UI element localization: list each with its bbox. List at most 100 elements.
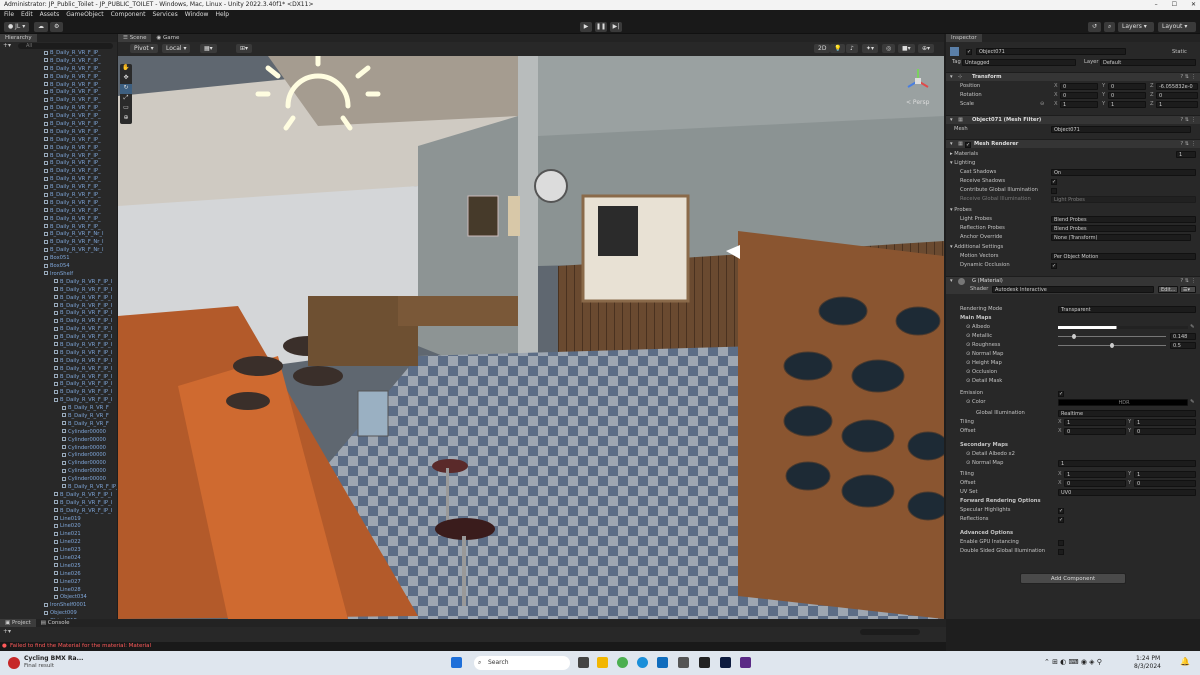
hierarchy-item[interactable]: B_Daily_R_VR_F_IP_I bbox=[0, 358, 117, 366]
hierarchy-item[interactable]: B_Daily_R_VR_F_IP_I bbox=[0, 342, 117, 350]
menu-component[interactable]: Component bbox=[111, 10, 146, 20]
hierarchy-item[interactable]: Cylinder00000 bbox=[0, 460, 117, 468]
specular-checkbox[interactable]: ✓ bbox=[1058, 508, 1064, 514]
eyedropper-icon[interactable]: ✎ bbox=[1190, 398, 1194, 407]
shader-edit-button[interactable]: Edit... bbox=[1158, 286, 1178, 293]
news-app-icon[interactable] bbox=[8, 657, 20, 669]
hierarchy-item[interactable]: Cylinder00000 bbox=[0, 468, 117, 476]
hierarchy-item[interactable]: B_Daily_R_VR_F_IP_ bbox=[0, 97, 117, 105]
persp-label[interactable]: < Persp bbox=[906, 99, 930, 106]
search-icon[interactable]: ⌕ bbox=[1104, 22, 1115, 32]
hierarchy-item[interactable]: B_Daily_R_VR_F_IP_ bbox=[0, 113, 117, 121]
hierarchy-item[interactable]: Line019 bbox=[0, 516, 117, 524]
position-y[interactable]: 0 bbox=[1108, 83, 1146, 90]
component-menu-icon[interactable]: ? ⇅ ⋮ bbox=[1180, 73, 1196, 82]
layers-dropdown[interactable]: Layers ▾ bbox=[1118, 22, 1154, 32]
2d-toggle[interactable]: 2D bbox=[814, 44, 830, 53]
probes-row[interactable]: ▾ Probes bbox=[946, 206, 1200, 215]
offset-x[interactable]: 0 bbox=[1064, 428, 1126, 435]
hierarchy-item[interactable]: B_Daily_R_VR_F_IP_I bbox=[0, 279, 117, 287]
hierarchy-item[interactable]: Line025 bbox=[0, 563, 117, 571]
hierarchy-item[interactable]: B_Daily_R_VR_F_IP_ bbox=[0, 145, 117, 153]
step-button[interactable]: ▶| bbox=[610, 22, 622, 32]
component-menu-icon[interactable]: ? ⇅ ⋮ bbox=[1180, 116, 1196, 125]
windows-start-icon[interactable] bbox=[451, 657, 462, 668]
hierarchy-item[interactable]: B_Daily_R_VR_F_IP_I bbox=[0, 389, 117, 397]
hierarchy-item[interactable]: B_Daily_R_VR_F_IP_I bbox=[0, 318, 117, 326]
tiling-x[interactable]: 1 bbox=[1064, 419, 1126, 426]
system-tray-icons[interactable]: ⌃ ⊞ ◐ ⌨ ◉ ◈ ⚲ bbox=[1044, 658, 1102, 666]
collab-icon[interactable]: ⚙ bbox=[50, 22, 63, 32]
hierarchy-item[interactable]: B_Daily_R_VR_F_IP_I bbox=[0, 397, 117, 405]
hierarchy-item[interactable]: B_Daily_R_VR_F_IP_I bbox=[0, 374, 117, 382]
emission-hdr-swatch[interactable]: HDR bbox=[1058, 399, 1188, 406]
object-name-field[interactable]: Object071 bbox=[976, 48, 1126, 55]
shader-menu-icon[interactable]: ☰▾ bbox=[1180, 286, 1196, 293]
taskbar-search[interactable]: ⌕ Search bbox=[474, 656, 570, 670]
hierarchy-item[interactable]: B_Daily_R_VR_F_IP_ bbox=[0, 153, 117, 161]
emission-checkbox[interactable]: ✓ bbox=[1058, 391, 1064, 397]
history-icon[interactable]: ↺ bbox=[1088, 22, 1101, 32]
menu-help[interactable]: Help bbox=[215, 10, 229, 20]
effects-dropdown-icon[interactable]: ✦▾ bbox=[862, 44, 878, 53]
tab-scene[interactable]: ☰ Scene bbox=[118, 34, 151, 42]
hierarchy-item[interactable]: Line026 bbox=[0, 571, 117, 579]
eyedropper-icon[interactable]: ✎ bbox=[1190, 323, 1194, 332]
additional-settings-row[interactable]: ▾ Additional Settings bbox=[946, 243, 1200, 252]
roughness-slider[interactable] bbox=[1058, 345, 1166, 346]
hierarchy-item[interactable]: B_Daily_R_VR_F_Nr_I bbox=[0, 239, 117, 247]
hierarchy-item[interactable]: B_Daily_R_VR_F_IP_ bbox=[0, 216, 117, 224]
link-scale-icon[interactable]: ⊖ bbox=[1040, 100, 1044, 109]
roughness-slider-knob[interactable] bbox=[1110, 343, 1114, 348]
material-header[interactable]: ▾ G (Material) ? ⇅ ⋮ bbox=[946, 276, 1200, 285]
clock-time[interactable]: 1:24 PM bbox=[1136, 655, 1160, 662]
contribute-gi-checkbox[interactable] bbox=[1051, 188, 1057, 194]
maximize-icon[interactable]: ☐ bbox=[1172, 0, 1177, 10]
photoshop-icon[interactable] bbox=[720, 657, 731, 668]
anchor-override-field[interactable]: None (Transform) bbox=[1051, 234, 1191, 241]
mesh-filter-header[interactable]: ▾ ▦ Object071 (Mesh Filter) ? ⇅ ⋮ bbox=[946, 115, 1200, 124]
materials-count[interactable]: 1 bbox=[1176, 151, 1196, 158]
steam-icon[interactable] bbox=[678, 657, 689, 668]
notification-bell-icon[interactable]: 🔔 bbox=[1180, 657, 1190, 666]
cloud-icon[interactable]: ☁ bbox=[34, 22, 48, 32]
hierarchy-item[interactable]: Cylinder00000 bbox=[0, 437, 117, 445]
hierarchy-item[interactable]: B_Daily_R_VR_F_Nr_I bbox=[0, 247, 117, 255]
receive-shadows-checkbox[interactable]: ✓ bbox=[1051, 179, 1057, 185]
status-bar[interactable]: ● Failed to find the Material for the ma… bbox=[0, 642, 946, 651]
hierarchy-item[interactable]: B_Daily_R_VR_F bbox=[0, 413, 117, 421]
metallic-slider-knob[interactable] bbox=[1072, 334, 1076, 339]
hierarchy-item[interactable]: Line023 bbox=[0, 547, 117, 555]
move-tool-icon[interactable]: ✥ bbox=[120, 74, 132, 84]
hierarchy-item[interactable]: B_Daily_R_VR_F_IP_I bbox=[0, 326, 117, 334]
light-probes-dropdown[interactable]: Blend Probes bbox=[1051, 216, 1196, 223]
reflection-probes-dropdown[interactable]: Blend Probes bbox=[1051, 225, 1196, 232]
rotation-z[interactable]: 0 bbox=[1156, 92, 1198, 99]
hierarchy-item[interactable]: Object009 bbox=[0, 610, 117, 618]
menu-services[interactable]: Services bbox=[152, 10, 177, 20]
tab-inspector[interactable]: Inspector bbox=[946, 34, 982, 42]
metallic-value[interactable]: 0.148 bbox=[1170, 333, 1196, 340]
hierarchy-item[interactable]: B_Daily_R_VR_F_IP_I bbox=[0, 295, 117, 303]
app-icon[interactable] bbox=[740, 657, 751, 668]
roughness-value[interactable]: 0.5 bbox=[1170, 342, 1196, 349]
shader-dropdown[interactable]: Autodesk Interactive bbox=[992, 286, 1154, 293]
add-asset-icon[interactable]: +▾ bbox=[3, 627, 11, 637]
gpu-instancing-checkbox[interactable] bbox=[1058, 540, 1064, 546]
offset-y[interactable]: 0 bbox=[1134, 428, 1196, 435]
menu-window[interactable]: Window bbox=[185, 10, 209, 20]
hierarchy-item[interactable]: B_Daily_R_VR_F_IP_I bbox=[0, 508, 117, 516]
mesh-field[interactable]: Object071 bbox=[1051, 126, 1191, 133]
hierarchy-item[interactable]: IronShelf0001 bbox=[0, 602, 117, 610]
hierarchy-item[interactable]: Cylinder00000 bbox=[0, 452, 117, 460]
tab-game[interactable]: ◉ Game bbox=[151, 34, 184, 42]
global-illum-dropdown[interactable]: Realtime bbox=[1058, 410, 1196, 417]
hierarchy-item[interactable]: B_Daily_R_VR_F_IP_ bbox=[0, 50, 117, 58]
hierarchy-item[interactable]: B_Daily_R_VR_F_IP_ bbox=[0, 82, 117, 90]
hierarchy-item[interactable]: Box054 bbox=[0, 263, 117, 271]
hierarchy-item[interactable]: Line024 bbox=[0, 555, 117, 563]
play-button[interactable]: ▶ bbox=[580, 22, 592, 32]
hierarchy-item[interactable]: B_Daily_R_VR_F_IP_I bbox=[0, 366, 117, 374]
hierarchy-search[interactable]: All bbox=[18, 43, 113, 49]
hierarchy-item[interactable]: Line028 bbox=[0, 587, 117, 595]
